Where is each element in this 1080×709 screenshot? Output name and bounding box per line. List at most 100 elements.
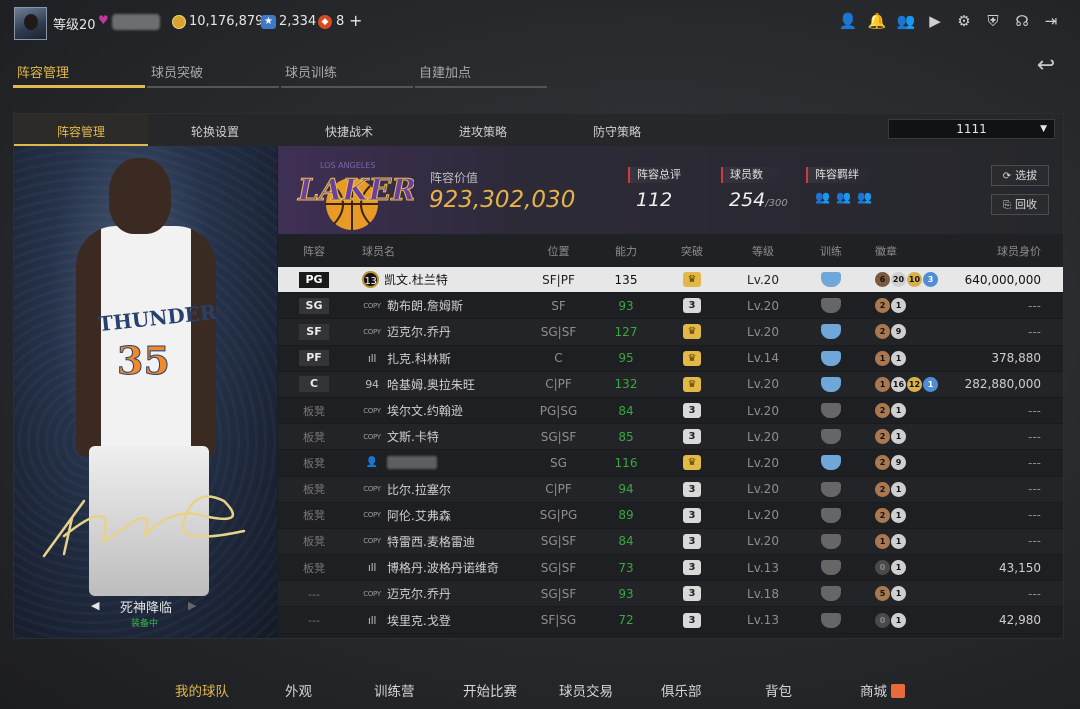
subtab-rotation[interactable]: 轮换设置 xyxy=(148,114,282,146)
cell-player-value: 640,000,000 xyxy=(964,272,1041,287)
cell-player-name: COPY 特雷西.麦格雷迪 xyxy=(350,533,518,550)
team-summary-header: LAKERS LOS ANGELES 阵容价值 923,302,030 阵容总评… xyxy=(278,146,1063,234)
cell-player-value: 42,980 xyxy=(999,613,1041,628)
subtab-defense[interactable]: 防守策略 xyxy=(550,114,684,146)
nav-club[interactable]: 俱乐部 xyxy=(661,680,702,700)
nav-my-team[interactable]: 我的球队 xyxy=(175,680,229,700)
cell-position: SG|SF xyxy=(540,324,577,339)
exit-icon[interactable]: ⇥ xyxy=(1042,12,1060,30)
table-row[interactable]: 板凳 COPY 比尔.拉塞尔 C|PF 94 3 Lv.20 21 --- xyxy=(278,476,1063,503)
shield-star-icon[interactable]: ⛨ xyxy=(984,12,1002,30)
badge-count: 9 xyxy=(891,455,906,471)
cell-player-name: COPY 埃尔文.约翰逊 xyxy=(350,402,518,419)
col-ability[interactable]: 能力 xyxy=(599,243,653,259)
cell-breakthrough: 3 xyxy=(653,298,731,314)
badge-count: 10 xyxy=(907,272,922,288)
breakthrough-level: 3 xyxy=(683,481,701,497)
table-row[interactable]: C 94 哈基姆.奥拉朱旺 C|PF 132 ♛ Lv.20 1 16 12 1 282… xyxy=(278,371,1063,398)
training-shield-icon xyxy=(821,507,841,523)
skin-next-arrow-icon[interactable]: ▶ xyxy=(188,599,196,612)
table-row[interactable]: 板凳 COPY 阿伦.艾弗森 SG|PG 89 3 Lv.20 21 --- xyxy=(278,502,1063,529)
badge-count: 20 xyxy=(891,272,906,288)
signal-bars-icon: ıll xyxy=(367,561,377,575)
cell-lineup: SG xyxy=(278,297,350,314)
nav-shop[interactable]: 商城 xyxy=(860,680,905,700)
main-tab-bar: 阵容管理 球员突破 球员训练 自建加点 xyxy=(13,58,549,88)
badge-count: 0 xyxy=(875,560,890,576)
crown-icon: ♛ xyxy=(683,455,701,471)
table-row[interactable]: 板凳 COPY 埃尔文.约翰逊 PG|SG 84 3 Lv.20 21 --- xyxy=(278,397,1063,425)
table-row[interactable]: SF COPY 迈克尔.乔丹 SG|SF 127 ♛ Lv.20 29 --- xyxy=(278,319,1063,346)
skin-name: 死神降临 xyxy=(120,601,173,616)
table-row[interactable]: --- COPY 迈克尔.乔丹 SG|SF 93 3 Lv.18 51 --- xyxy=(278,581,1063,608)
player-count-value: 254/300 xyxy=(721,189,788,211)
training-shield-icon xyxy=(821,560,841,576)
player-avatar[interactable] xyxy=(14,7,47,40)
col-badges[interactable]: 徽章 xyxy=(867,243,947,259)
friends-icon[interactable]: 👥 xyxy=(897,12,916,30)
player-rank-badge: 13 xyxy=(362,271,379,289)
badge-count: 2 xyxy=(875,324,890,340)
col-level[interactable]: 等级 xyxy=(731,243,795,259)
video-icon[interactable]: ▶ xyxy=(926,12,944,30)
person-icon[interactable]: 👤 xyxy=(839,12,858,30)
player-name: 比尔.拉塞尔 xyxy=(387,482,451,497)
add-currency-button[interactable]: + xyxy=(349,11,362,30)
headset-icon[interactable]: ☊ xyxy=(1013,12,1031,30)
table-row[interactable]: --- ıll 埃里克.戈登 SF|SG 72 3 Lv.13 01 42,980 xyxy=(278,607,1063,634)
badge-count: 1 xyxy=(875,533,890,549)
col-training[interactable]: 训练 xyxy=(795,243,867,259)
tab-player-breakthrough[interactable]: 球员突破 xyxy=(147,58,279,88)
cell-position: C|PF xyxy=(545,482,572,497)
breakthrough-level: 3 xyxy=(683,560,701,576)
tab-player-training[interactable]: 球员训练 xyxy=(281,58,413,88)
nav-appearance[interactable]: 外观 xyxy=(285,680,312,700)
cell-player-value: --- xyxy=(1028,482,1041,497)
badge-count: 6 xyxy=(875,272,890,288)
table-row[interactable]: PF ıll 扎克.科林斯 C 95 ♛ Lv.14 11 378,880 xyxy=(278,345,1063,372)
select-players-button[interactable]: ⟳ 选拔 xyxy=(991,165,1049,186)
gear-icon[interactable]: ⚙ xyxy=(955,12,973,30)
col-position[interactable]: 位置 xyxy=(518,243,599,259)
tab-lineup-management[interactable]: 阵容管理 xyxy=(13,58,145,88)
table-row[interactable]: PG 13 凯文.杜兰特 SF|PF 135 ♛ Lv.20 6 20 10 3 640… xyxy=(278,267,1063,294)
copy-tag: COPY xyxy=(363,511,381,520)
roster-rows: PG 13 凯文.杜兰特 SF|PF 135 ♛ Lv.20 6 20 10 3 640… xyxy=(278,267,1063,634)
cell-level: Lv.20 xyxy=(747,534,779,549)
skin-prev-arrow-icon[interactable]: ◀ xyxy=(91,599,99,612)
subtab-offense[interactable]: 进攻策略 xyxy=(416,114,550,146)
lineup-select-dropdown[interactable]: 1111 ▼ xyxy=(888,119,1055,139)
nav-player-trade[interactable]: 球员交易 xyxy=(559,680,613,700)
nav-backpack[interactable]: 背包 xyxy=(765,680,792,700)
roster-table: 阵容 球员名 位置 能力 突破 等级 训练 徽章 球员身价 PG 13 凯文.杜兰… xyxy=(278,234,1063,638)
cell-position: SG|SF xyxy=(540,534,577,549)
table-row[interactable]: 板凳 👤 SG 116 ♛ Lv.20 29 --- xyxy=(278,450,1063,477)
table-row[interactable]: 板凳 COPY 文斯.卡特 SG|SF 85 3 Lv.20 21 --- xyxy=(278,424,1063,451)
cell-player-value: 282,880,000 xyxy=(964,377,1041,392)
col-breakthrough[interactable]: 突破 xyxy=(653,243,731,259)
coin-balance: 10,176,879 xyxy=(189,14,264,29)
subtab-quick-tactics[interactable]: 快捷战术 xyxy=(282,114,416,146)
table-row[interactable]: SG COPY 勒布朗.詹姆斯 SF 93 3 Lv.20 21 --- xyxy=(278,293,1063,320)
nav-training-camp[interactable]: 训练营 xyxy=(374,680,415,700)
chemistry-icons[interactable]: 👥 👥 👥 xyxy=(806,189,873,204)
table-row[interactable]: 板凳 ıll 博格丹.波格丹诺维奇 SG|SF 73 3 Lv.13 01 43,… xyxy=(278,555,1063,582)
cell-badges: 11 xyxy=(867,533,947,549)
player-count-label: 球员数 xyxy=(721,167,788,183)
cell-player-name: COPY 比尔.拉塞尔 xyxy=(350,481,518,498)
player-name: 迈克尔.乔丹 xyxy=(387,325,451,340)
col-player-name[interactable]: 球员名 xyxy=(350,243,518,259)
training-shield-icon xyxy=(821,298,841,314)
back-arrow-icon[interactable]: ↩ xyxy=(1029,55,1063,77)
subtab-lineup[interactable]: 阵容管理 xyxy=(14,114,148,146)
tab-custom-attributes[interactable]: 自建加点 xyxy=(415,58,547,88)
training-shield-icon xyxy=(821,350,841,366)
table-row[interactable]: 板凳 COPY 特雷西.麦格雷迪 SG|SF 84 3 Lv.20 11 --- xyxy=(278,528,1063,556)
nav-start-game[interactable]: 开始比赛 xyxy=(463,680,517,700)
cell-position: SF|SG xyxy=(540,613,577,628)
col-player-value[interactable]: 球员身价 xyxy=(947,243,1063,259)
cell-player-name: 👤 xyxy=(350,456,518,470)
col-lineup[interactable]: 阵容 xyxy=(278,243,350,259)
recycle-button[interactable]: ⎘ 回收 xyxy=(991,194,1049,215)
bell-icon[interactable]: 🔔 xyxy=(868,12,887,30)
